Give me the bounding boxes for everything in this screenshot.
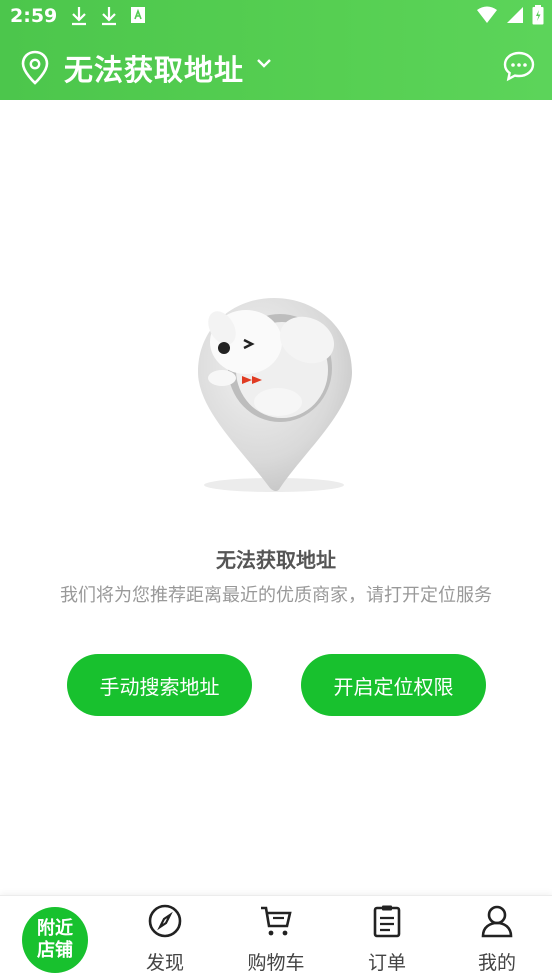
download-icon (102, 7, 116, 26)
tab-orders-label: 订单 (367, 952, 406, 974)
status-bar: 2:59 (0, 0, 552, 32)
tab-discover-label: 发现 (145, 952, 184, 974)
wifi-icon (477, 6, 497, 23)
tab-mine[interactable]: 我的 (452, 896, 542, 979)
tab-discover[interactable]: 发现 (120, 896, 210, 979)
tab-orders[interactable]: 订单 (342, 896, 432, 979)
app-notification-icon (131, 7, 145, 23)
location-title[interactable]: 无法获取地址 (64, 47, 244, 89)
person-icon (481, 905, 513, 938)
compass-icon (148, 904, 182, 938)
clipboard-icon (373, 905, 401, 938)
location-pin-icon (21, 50, 49, 85)
download-icon (72, 7, 86, 26)
tab-mine-label: 我的 (477, 952, 516, 974)
empty-state-title: 无法获取地址 (216, 548, 336, 572)
cart-icon (261, 906, 292, 936)
tab-cart[interactable]: 购物车 (231, 896, 321, 979)
tab-nearby-stores[interactable]: 附近 店铺 (22, 907, 88, 973)
chevron-down-icon (257, 59, 271, 68)
status-notifications (70, 6, 146, 26)
status-time: 2:59 (10, 5, 58, 27)
tab-cart-label: 购物车 (247, 952, 305, 974)
enable-location-permission-button[interactable]: 开启定位权限 (301, 654, 486, 716)
signal-icon (507, 7, 523, 23)
tab-nearby-line1: 附近 (37, 918, 73, 939)
tab-nearby-line2: 店铺 (37, 940, 73, 961)
app-header: 2:59 无法获取地址 (0, 0, 552, 100)
status-system-icons (476, 5, 544, 25)
message-icon[interactable] (502, 50, 536, 82)
empty-state-description: 我们将为您推荐距离最近的优质商家，请打开定位服务 (60, 585, 492, 606)
location-mascot-illustration (198, 298, 352, 492)
battery-icon (532, 5, 544, 25)
location-selector[interactable]: 无法获取地址 (0, 44, 552, 94)
manual-search-address-button[interactable]: 手动搜索地址 (67, 654, 252, 716)
